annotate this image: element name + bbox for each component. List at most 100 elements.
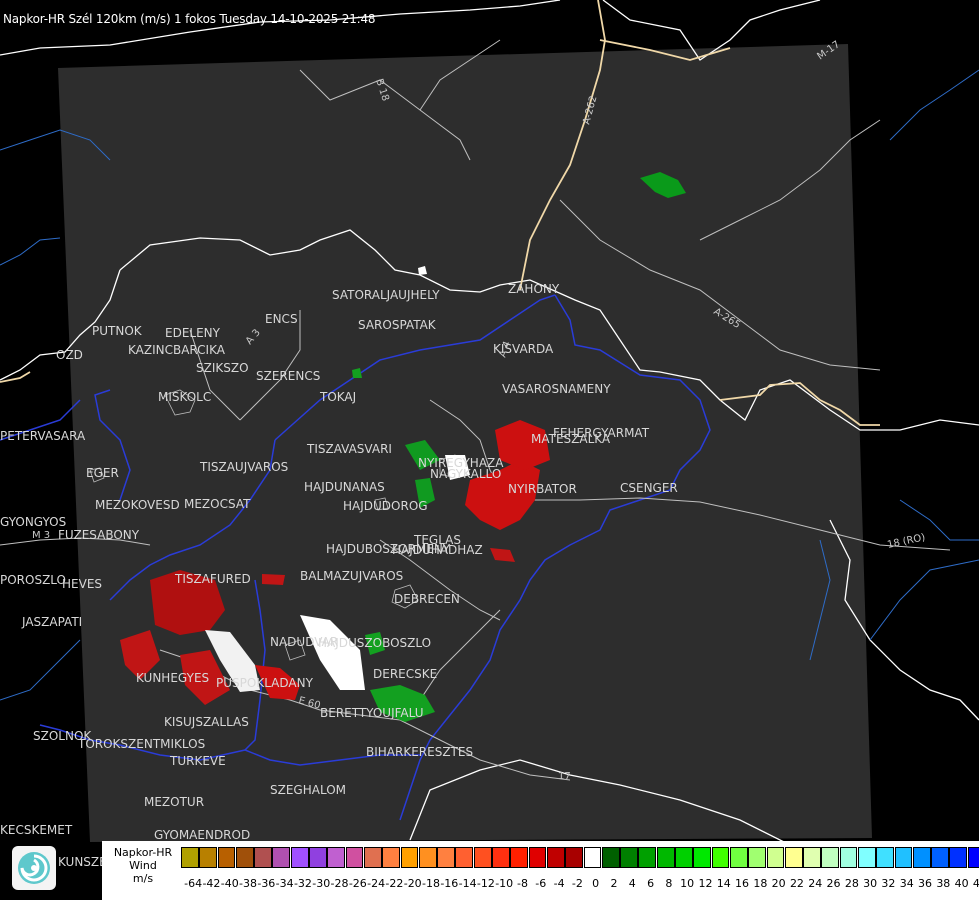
legend-swatch xyxy=(931,847,949,868)
legend-tick: 36 xyxy=(918,877,933,890)
legend-tick: 4 xyxy=(628,877,636,890)
legend-swatch xyxy=(382,847,401,868)
legend-swatch xyxy=(601,847,620,868)
city-label: GYOMAENDROD xyxy=(154,828,250,842)
legend-tick: 30 xyxy=(863,877,878,890)
legend-swatch xyxy=(546,847,565,868)
color-legend: Napkor-HR Wind m/s -64 -42 -40 -38 -36 -34 -32… xyxy=(102,841,979,900)
city-label: SZERENCS xyxy=(256,369,320,383)
legend-swatch xyxy=(254,847,272,868)
legend-swatch xyxy=(675,847,693,868)
legend-swatch xyxy=(528,847,547,868)
city-label: SATORALJAUJHELY xyxy=(332,288,440,302)
legend-tick: -40 xyxy=(220,877,239,890)
legend-tick: -42 xyxy=(202,877,221,890)
city-label: POROSZLO xyxy=(0,573,66,587)
city-label: GYONGYOS xyxy=(0,515,66,529)
legend-swatch xyxy=(418,847,437,868)
legend-swatch xyxy=(894,847,913,868)
legend-swatch xyxy=(181,847,199,868)
legend-tick: 8 xyxy=(665,877,673,890)
legend-swatch xyxy=(565,847,584,868)
city-label: MEZOCSAT xyxy=(184,497,251,511)
legend-swatch xyxy=(473,847,492,868)
city-label: KUNHEGYES xyxy=(136,671,209,685)
legend-swatch xyxy=(290,847,309,868)
legend-swatch xyxy=(967,847,979,868)
legend-tick: -20 xyxy=(403,877,422,890)
city-label: ENCS xyxy=(265,312,298,326)
legend-tick: -4 xyxy=(553,877,565,890)
legend-tick: -36 xyxy=(257,877,276,890)
legend-tick: -38 xyxy=(239,877,258,890)
legend-tick: -18 xyxy=(422,877,440,890)
legend-tick: -28 xyxy=(330,877,349,890)
legend-tick: 6 xyxy=(647,877,655,890)
legend-ticks: -64 -42 -40 -38 -36 -34 -32 -30 -28 -26 -24 -22 -20-… xyxy=(184,877,979,890)
legend-swatch xyxy=(711,847,730,868)
legend-tick: 10 xyxy=(680,877,695,890)
legend-tick: -12 xyxy=(476,877,495,890)
legend-swatch xyxy=(620,847,638,868)
legend-swatch xyxy=(949,847,968,868)
legend-tick: 0 xyxy=(592,877,600,890)
city-label: SAROSPATAK xyxy=(358,318,437,332)
city-label: KECSKEMET xyxy=(0,823,73,837)
city-label: TOROKSZENTMIKLOS xyxy=(77,737,205,751)
city-label: MATESZALKA xyxy=(531,432,611,446)
legend-tick: -10 xyxy=(495,877,514,890)
legend-swatch xyxy=(345,847,364,868)
city-label: MEZOKOVESD xyxy=(95,498,180,512)
legend-tick: 38 xyxy=(936,877,951,890)
city-label: TURKEVE xyxy=(169,754,226,768)
legend-swatch xyxy=(656,847,675,868)
legend-swatch xyxy=(729,847,748,868)
city-label: DEBRECEN xyxy=(394,592,460,606)
legend-swatch xyxy=(455,847,474,868)
city-label: HAJDUHADHAZ xyxy=(392,543,483,557)
legend-tick: -6 xyxy=(535,877,547,890)
legend-tick: -32 xyxy=(293,877,312,890)
legend-tick: -14 xyxy=(458,877,477,890)
legend-tick: 14 xyxy=(716,877,731,890)
city-label: TISZAFURED xyxy=(174,572,251,586)
city-label: EGER xyxy=(86,466,119,480)
city-label: BALMAZUJVAROS xyxy=(300,569,403,583)
legend-tick: -34 xyxy=(275,877,294,890)
legend-swatch xyxy=(876,847,895,868)
legend-variable: Wind xyxy=(129,859,157,872)
city-label: OZD xyxy=(56,348,83,362)
legend-swatch xyxy=(217,847,236,868)
map-title: Napkor-HR Szél 120km (m/s) 1 fokos Tuesd… xyxy=(3,12,376,26)
city-label: TISZAVASVARI xyxy=(306,442,392,456)
legend-tick: 20 xyxy=(771,877,786,890)
legend-tick: -64 xyxy=(184,877,203,890)
legend-tick: 28 xyxy=(844,877,859,890)
legend-tick: 42 xyxy=(972,877,979,890)
legend-tick: -26 xyxy=(348,877,367,890)
legend-swatch xyxy=(235,847,254,868)
legend-tick: 18 xyxy=(753,877,768,890)
radar-map: SATORALJAUJHELY ZAHONY SAROSPATAK KISVAR… xyxy=(0,0,979,881)
legend-tick: -30 xyxy=(312,877,331,890)
echo-red-balmazujvaros xyxy=(262,574,285,585)
legend-swatch xyxy=(400,847,419,868)
city-label: JASZAPATI xyxy=(21,615,82,629)
legend-swatch xyxy=(638,847,657,868)
city-label: NAGYKALLO xyxy=(430,467,501,481)
city-label: PUTNOK xyxy=(92,324,143,338)
legend-swatch xyxy=(309,847,327,868)
city-label: KISUJSZALLAS xyxy=(164,715,249,729)
city-label: ZAHONY xyxy=(508,282,560,296)
road-label: 17 xyxy=(558,771,571,782)
legend-tick: -8 xyxy=(517,877,528,890)
legend-label: Napkor-HR Wind m/s xyxy=(106,846,180,885)
legend-product: Napkor-HR xyxy=(113,846,173,859)
legend-swatch xyxy=(912,847,931,868)
legend-swatch xyxy=(839,847,858,868)
legend-tick: -22 xyxy=(385,877,404,890)
city-label: VASAROSNAMENY xyxy=(502,382,611,396)
legend-tick: 26 xyxy=(826,877,841,890)
legend-swatch xyxy=(510,847,529,868)
napkor-logo xyxy=(12,846,56,890)
